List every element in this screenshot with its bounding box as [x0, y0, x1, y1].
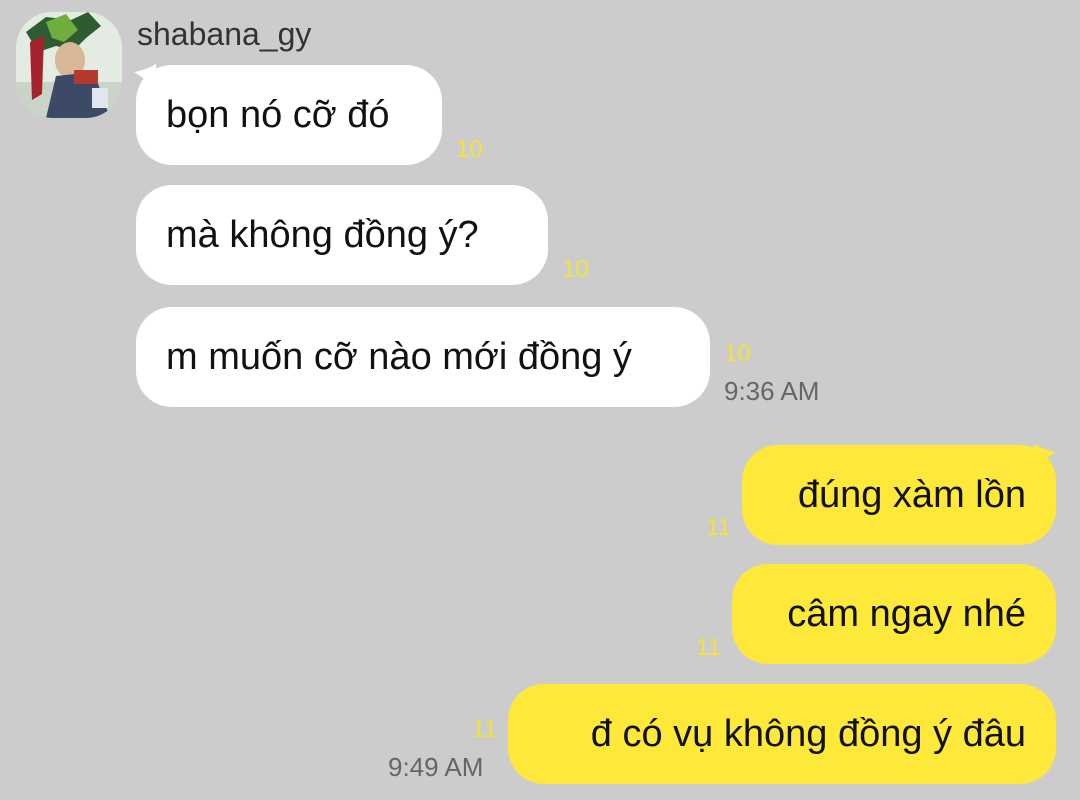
message-text: m muốn cỡ nào mới đồng ý — [166, 336, 632, 378]
message-text: câm ngay nhé — [787, 593, 1026, 635]
unread-count: 10 — [456, 136, 483, 163]
message-timestamp: 9:49 AM — [388, 752, 484, 782]
message-text: đ có vụ không đồng ý đâu — [590, 713, 1026, 755]
unread-count: 11 — [706, 514, 731, 541]
avatar-image — [16, 12, 122, 118]
unread-count: 11 — [696, 634, 721, 661]
message-text: bọn nó cỡ đó — [166, 94, 390, 136]
outgoing-message-bubble[interactable]: đúng xàm lồn — [742, 445, 1056, 545]
unread-count: 11 — [472, 716, 497, 743]
unread-count: 10 — [562, 256, 589, 283]
sender-avatar[interactable] — [16, 12, 122, 118]
incoming-message-bubble[interactable]: bọn nó cỡ đó — [136, 65, 442, 165]
message-text: mà không đồng ý? — [166, 214, 479, 256]
message-timestamp: 9:36 AM — [724, 376, 820, 406]
message-text: đúng xàm lồn — [797, 474, 1026, 516]
sender-name: shabana_gy — [137, 16, 312, 52]
incoming-message-bubble[interactable]: mà không đồng ý? — [136, 185, 548, 285]
unread-count: 10 — [724, 340, 751, 367]
outgoing-message-bubble[interactable]: câm ngay nhé — [732, 564, 1056, 664]
outgoing-message-bubble[interactable]: đ có vụ không đồng ý đâu — [508, 684, 1056, 784]
incoming-message-bubble[interactable]: m muốn cỡ nào mới đồng ý — [136, 307, 710, 407]
